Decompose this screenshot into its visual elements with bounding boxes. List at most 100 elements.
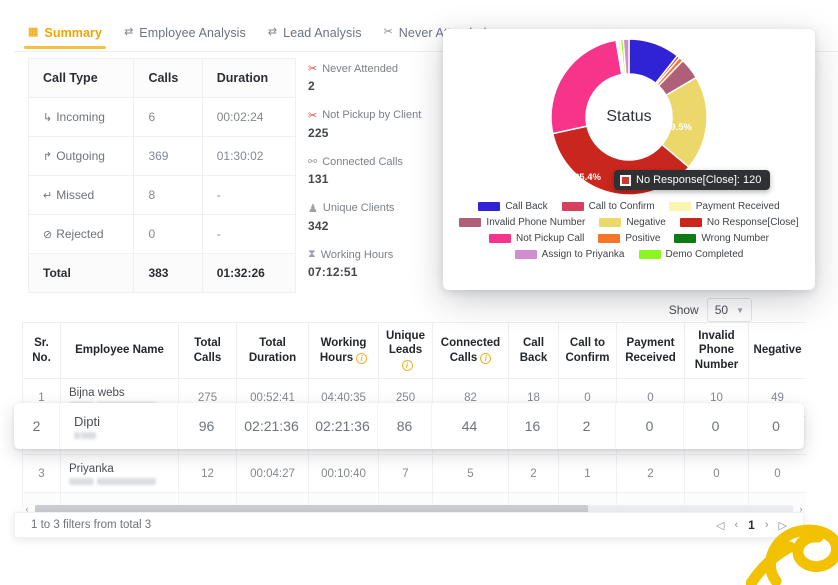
- stat-label: Not Pickup by Client: [322, 109, 422, 122]
- stat-label: Working Hours: [320, 248, 394, 261]
- person-icon: ♟: [308, 202, 318, 215]
- col-payment-received: Payment Received: [616, 322, 685, 380]
- show-count-select[interactable]: 50 ▼: [706, 298, 752, 322]
- cell-sr: 3: [22, 454, 61, 494]
- first-page-button[interactable]: ◁: [716, 519, 724, 532]
- cell-call-back: 2: [508, 454, 559, 494]
- legend-item-invalid-phone-number[interactable]: Invalid Phone Number: [459, 217, 585, 228]
- legend-item-not-pickup-call[interactable]: Not Pickup Call: [489, 233, 584, 244]
- legend-item-call-to-confirm[interactable]: Call to Confirm: [561, 201, 655, 212]
- legend-label: Assign to Priyanka: [541, 249, 625, 260]
- table-row[interactable]: 2 Dipti 96 02:21:36 02:21:36 86 44 16 2 …: [22, 416, 806, 456]
- cell-call-back: 16: [508, 416, 559, 456]
- cell-negative: 0: [748, 416, 806, 456]
- missed-arrow-icon: ↵: [43, 190, 53, 202]
- cell-unique-leads: 86: [378, 416, 433, 456]
- cell-duration-incoming: 00:02:24: [201, 97, 297, 137]
- info-icon[interactable]: i: [480, 352, 492, 364]
- stat-unique-clients: ♟ Unique Clients 342: [308, 202, 438, 247]
- legend-label: Invalid Phone Number: [486, 217, 586, 228]
- label-incoming: Incoming: [56, 110, 105, 124]
- legend-row: Assign to Priyanka Demo Completed: [457, 249, 801, 260]
- cell-connected-calls: 44: [432, 416, 509, 456]
- prev-page-button[interactable]: ‹: [735, 519, 739, 531]
- legend-item-positive[interactable]: Positive: [598, 233, 660, 244]
- cell-calls-incoming: 6: [133, 97, 203, 137]
- legend-swatch: [668, 202, 691, 211]
- chart-center-label: Status: [606, 108, 652, 125]
- stat-not-pickup-by-client: ✂ Not Pickup by Client 225: [308, 109, 438, 154]
- col-invalid-phone-number: Invalid Phone Number: [684, 322, 749, 380]
- employee-contact-redacted: [69, 401, 156, 409]
- cell-call-to-confirm: 1: [558, 454, 617, 494]
- never-attended-icon: ✂: [383, 26, 393, 38]
- show-count-value: 50: [714, 303, 729, 317]
- legend-item-wrong-number[interactable]: Wrong Number: [674, 233, 769, 244]
- legend-item-call-back[interactable]: Call Back: [478, 201, 548, 212]
- cell-unique-leads: 7: [378, 454, 433, 494]
- tab-employee-analysis[interactable]: ⇄ Employee Analysis: [124, 26, 246, 48]
- not-pickup-icon: ✂: [308, 109, 318, 122]
- legend-item-assign-to-priyanka[interactable]: Assign to Priyanka: [514, 249, 625, 260]
- legend-item-negative[interactable]: Negative: [599, 217, 666, 228]
- table-row[interactable]: 1 Bijna webs 275 00:52:41 04:40:35 250 8…: [22, 378, 806, 418]
- status-chart-popup: Status 10.6% 19.5% 35.4% 25.7% No Respon…: [443, 29, 815, 290]
- stat-value: 131: [308, 172, 329, 187]
- cell-negative: 49: [748, 378, 806, 418]
- cell-calls-missed: 8: [133, 175, 203, 215]
- legend-swatch: [478, 202, 501, 211]
- tab-employee-analysis-label: Employee Analysis: [139, 25, 246, 40]
- legend-swatch: [638, 250, 661, 259]
- chart-legend: Call Back Call to Confirm Payment Receiv…: [443, 199, 815, 260]
- ribbon-decoration: [746, 524, 838, 585]
- cell-duration-outgoing: 01:30:02: [201, 136, 297, 176]
- legend-label: Payment Received: [695, 201, 780, 212]
- cell-total-duration: 02:21:36: [236, 416, 309, 456]
- legend-item-demo-completed[interactable]: Demo Completed: [638, 249, 744, 260]
- chevron-down-icon: ▼: [736, 305, 744, 315]
- table-header-row: Call Type Calls Duration: [27, 58, 297, 98]
- legend-label: Wrong Number: [701, 233, 769, 244]
- col-call-back: Call Back: [508, 322, 559, 380]
- show-label: Show: [668, 303, 699, 317]
- legend-item-no-response-close[interactable]: No Response[Close]: [679, 217, 799, 228]
- table-row[interactable]: 3 Priyanka 12 00:04:27 00:10:40 7 5 2 1 …: [22, 454, 806, 494]
- stat-label: Unique Clients: [322, 202, 395, 215]
- cell-invalid-phone-number: 0: [684, 416, 749, 456]
- cell-employee-name: Dipti: [60, 416, 179, 456]
- col-calls: Calls: [133, 58, 203, 98]
- legend-label: Not Pickup Call: [516, 233, 585, 244]
- tooltip-color-swatch: [620, 174, 631, 186]
- cell-call-to-confirm: 0: [558, 378, 617, 418]
- cell-duration-rejected: -: [201, 214, 297, 254]
- info-icon[interactable]: i: [401, 359, 413, 371]
- tab-summary-label: Summary: [44, 25, 103, 40]
- info-icon[interactable]: i: [356, 352, 368, 364]
- table-footer: 1 to 3 filters from total 3 ◁ ‹ 1 › ▷: [14, 512, 804, 538]
- cell-invalid-phone-number: 10: [684, 378, 749, 418]
- legend-row: Call Back Call to Confirm Payment Receiv…: [457, 201, 801, 212]
- stat-working-hours: ⧗ Working Hours 07:12:51: [308, 248, 438, 293]
- cell-call-back: 18: [508, 378, 559, 418]
- stat-never-attended: ✂ Never Attended 2: [308, 62, 438, 107]
- stat-connected-calls: ⚯ Connected Calls 131: [308, 155, 438, 200]
- legend-label: Demo Completed: [665, 249, 744, 260]
- stat-value: 342: [308, 218, 329, 233]
- call-type-table: Call Type Calls Duration ↳ Incoming 6 00:…: [27, 58, 297, 293]
- legend-swatch: [561, 202, 584, 211]
- tab-summary[interactable]: ▦ Summary: [23, 25, 107, 49]
- stat-label: Never Attended: [322, 62, 399, 75]
- legend-swatch: [674, 234, 697, 243]
- legend-row: Invalid Phone Number Negative No Respons…: [457, 217, 801, 228]
- rejected-icon: ⊘: [43, 229, 53, 241]
- col-employee-name: Employee Name: [60, 322, 179, 380]
- analysis-icon: ⇄: [267, 26, 278, 38]
- cell-working-hours: 02:21:36: [308, 416, 379, 456]
- legend-swatch: [489, 234, 511, 243]
- cell-payment-received: 0: [616, 378, 685, 418]
- cell-total-duration: 01:32:26: [201, 253, 297, 293]
- tab-lead-analysis[interactable]: ⇄ Lead Analysis: [268, 26, 362, 48]
- cell-connected-calls: 5: [432, 454, 509, 494]
- legend-item-payment-received[interactable]: Payment Received: [668, 201, 780, 212]
- table-total-row: Total 383 01:32:26: [27, 253, 297, 293]
